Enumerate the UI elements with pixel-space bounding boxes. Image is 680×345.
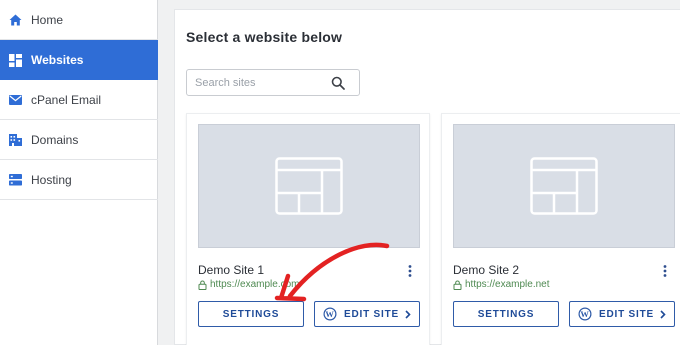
site-card: Demo Site 1 https://example.com SETTINGS… xyxy=(186,113,430,345)
websites-grid-icon xyxy=(8,53,22,67)
site-url[interactable]: https://example.net xyxy=(465,279,550,290)
site-name: Demo Site 1 xyxy=(198,263,265,277)
envelope-icon xyxy=(8,93,22,107)
sidebar-item-cpanel-email[interactable]: cPanel Email xyxy=(0,80,158,120)
sidebar-item-label: Hosting xyxy=(31,172,72,187)
settings-button-label: SETTINGS xyxy=(477,308,535,320)
more-options-icon[interactable] xyxy=(405,263,415,279)
lock-icon xyxy=(198,280,207,290)
layout-placeholder-icon xyxy=(530,157,598,215)
sidebar-item-label: Domains xyxy=(31,132,79,147)
search-input[interactable] xyxy=(195,75,325,91)
edit-site-button-label: EDIT SITE xyxy=(344,308,399,320)
edit-site-button[interactable]: W EDIT SITE xyxy=(569,301,675,327)
site-url[interactable]: https://example.com xyxy=(210,279,299,290)
settings-button[interactable]: SETTINGS xyxy=(198,301,304,327)
svg-text:W: W xyxy=(580,309,589,319)
site-thumbnail[interactable] xyxy=(453,124,675,248)
settings-button[interactable]: SETTINGS xyxy=(453,301,559,327)
sidebar-item-label: cPanel Email xyxy=(31,92,102,107)
home-icon xyxy=(8,13,22,27)
site-thumbnail[interactable] xyxy=(198,124,420,248)
sidebar-item-home[interactable]: Home xyxy=(0,0,158,40)
sidebar-item-label: Home xyxy=(31,12,64,27)
search-box xyxy=(186,69,360,96)
site-card: Demo Site 2 https://example.net SETTINGS… xyxy=(441,113,680,345)
sidebar-item-label: Websites xyxy=(31,53,84,67)
settings-button-label: SETTINGS xyxy=(222,308,280,320)
wordpress-icon: W xyxy=(323,307,337,321)
chevron-right-icon xyxy=(660,309,666,319)
site-name: Demo Site 2 xyxy=(453,263,520,277)
edit-site-button[interactable]: W EDIT SITE xyxy=(314,301,420,327)
site-url-row: https://example.com xyxy=(198,279,299,290)
websites-panel: Select a website below Demo Site 1 https… xyxy=(174,9,680,345)
layout-placeholder-icon xyxy=(275,157,343,215)
sidebar-item-domains[interactable]: Domains xyxy=(0,120,158,160)
sidebar: Home Websites cPanel Email Domains Hosti… xyxy=(0,0,158,345)
server-icon xyxy=(8,173,22,187)
site-url-row: https://example.net xyxy=(453,279,550,290)
lock-icon xyxy=(453,280,462,290)
sidebar-item-websites[interactable]: Websites xyxy=(0,40,158,80)
svg-text:W: W xyxy=(325,309,334,319)
edit-site-button-label: EDIT SITE xyxy=(599,308,654,320)
more-options-icon[interactable] xyxy=(660,263,670,279)
sidebar-item-hosting[interactable]: Hosting xyxy=(0,160,158,200)
wordpress-icon: W xyxy=(578,307,592,321)
building-icon xyxy=(8,133,22,147)
chevron-right-icon xyxy=(405,309,411,319)
page-title: Select a website below xyxy=(186,29,343,45)
search-icon[interactable] xyxy=(331,76,345,90)
